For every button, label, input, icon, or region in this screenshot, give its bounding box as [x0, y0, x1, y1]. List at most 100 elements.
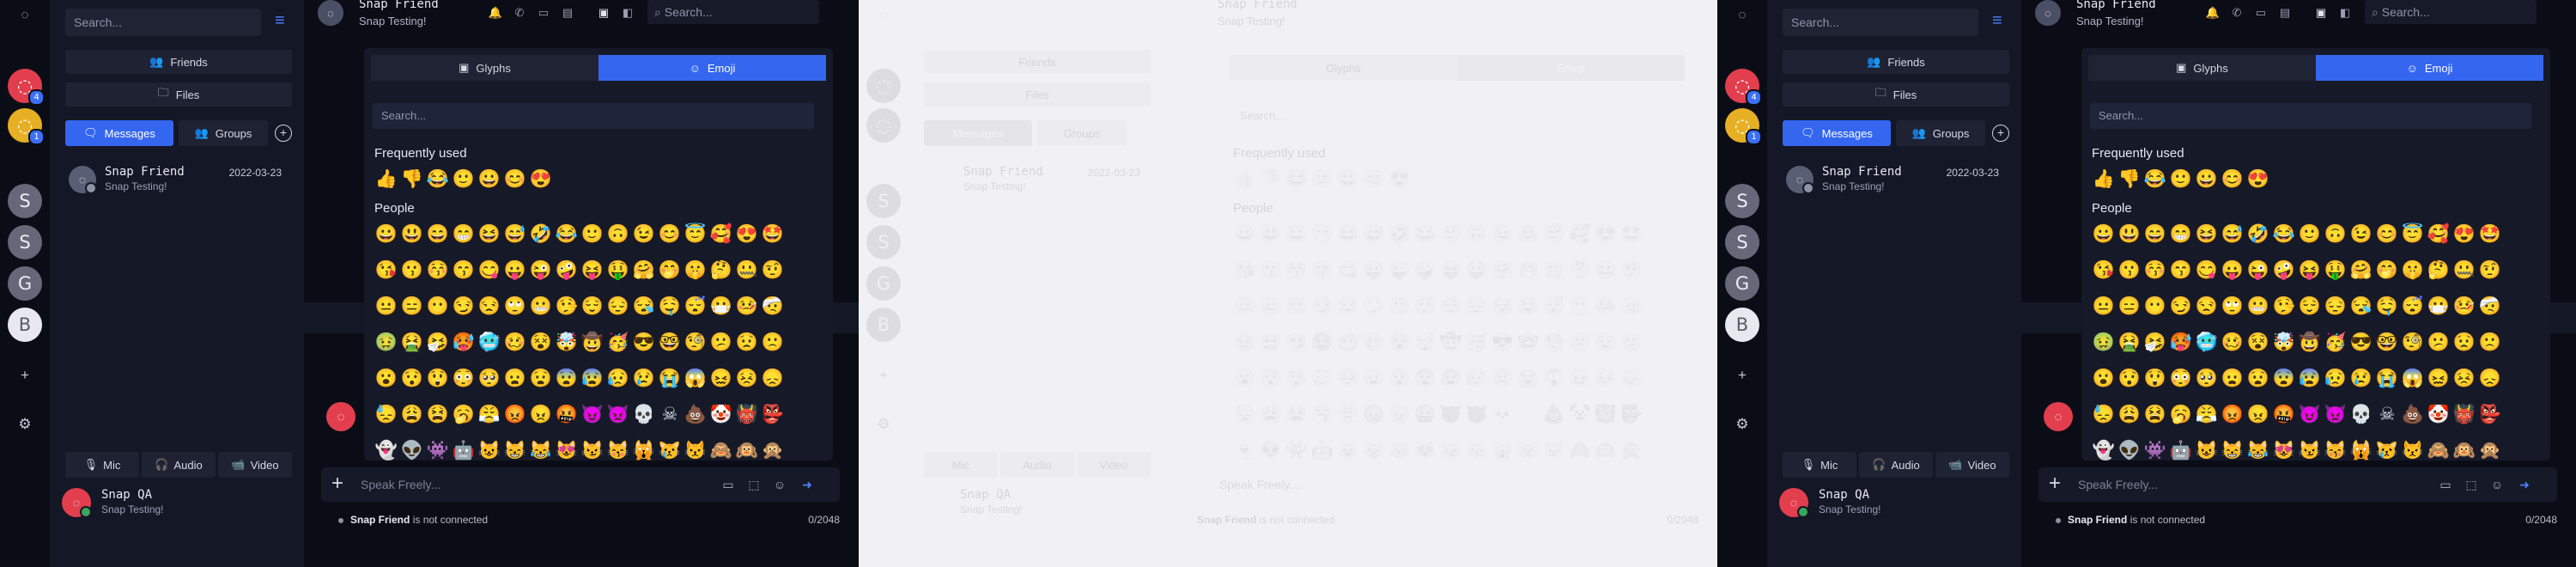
- files-button[interactable]: 🗀 Files: [65, 82, 292, 107]
- emoji-button[interactable]: 🙁: [2478, 328, 2502, 357]
- gif-icon[interactable]: ▭: [2437, 477, 2454, 492]
- add-server-icon[interactable]: +: [15, 365, 35, 386]
- emoji-button[interactable]: 🤤: [2375, 292, 2399, 321]
- emoji-button[interactable]: 😢: [632, 364, 656, 393]
- emoji-button[interactable]: 😡: [2221, 400, 2245, 430]
- emoji-button[interactable]: 😔: [2324, 292, 2348, 321]
- emoji-button[interactable]: 😃: [2117, 220, 2142, 249]
- emoji-button[interactable]: 😍: [2246, 165, 2270, 194]
- emoji-button[interactable]: 😹: [529, 436, 553, 460]
- emoji-button[interactable]: 👎: [2117, 165, 2142, 194]
- emoji-button[interactable]: 😂: [2143, 165, 2167, 194]
- emoji-button[interactable]: 😮: [1233, 364, 1257, 393]
- emoji-button[interactable]: ☠: [2375, 400, 2399, 430]
- emoji-button[interactable]: 😇: [1542, 220, 1566, 249]
- emoji-button[interactable]: 🤑: [1465, 256, 1489, 285]
- emoji-button[interactable]: 😺: [1336, 436, 1360, 460]
- emoji-button[interactable]: 😗: [1259, 256, 1283, 285]
- emoji-button[interactable]: 🤐: [1594, 256, 1618, 285]
- emoji-button[interactable]: 😷: [2427, 292, 2451, 321]
- emoji-button[interactable]: 💩: [683, 400, 708, 430]
- emoji-button[interactable]: 😞: [2478, 364, 2502, 393]
- emoji-button[interactable]: 😩: [1259, 400, 1283, 430]
- emoji-button[interactable]: 😪: [632, 292, 656, 321]
- emoji-button[interactable]: 😎: [2349, 328, 2373, 357]
- emoji-button[interactable]: ☠: [1516, 400, 1540, 430]
- emoji-button[interactable]: 🥵: [2169, 328, 2193, 357]
- emoji-button[interactable]: 🤓: [658, 328, 682, 357]
- audio-button[interactable]: 🎧 Audio: [1859, 452, 1933, 478]
- emoji-button[interactable]: 😹: [1388, 436, 1412, 460]
- emoji-button[interactable]: 🤣: [2246, 220, 2270, 249]
- emoji-button[interactable]: 😠: [529, 400, 553, 430]
- emoji-button[interactable]: 🥳: [1465, 328, 1489, 357]
- friends-button[interactable]: 👥 Friends: [1783, 50, 2009, 74]
- new-chat-plus-icon[interactable]: +: [1992, 125, 2009, 142]
- emoji-icon[interactable]: ☺: [771, 477, 788, 492]
- emoji-button[interactable]: 🤑: [606, 256, 630, 285]
- menu-icon[interactable]: ≡: [275, 12, 292, 30]
- emoji-button[interactable]: 👹: [1594, 400, 1618, 430]
- emoji-button[interactable]: 😼: [2298, 436, 2322, 460]
- settings-gear-icon[interactable]: ⚙: [15, 414, 35, 435]
- emoji-button[interactable]: 👎: [1259, 165, 1283, 194]
- settings-gear-icon[interactable]: ⚙: [1732, 414, 1753, 435]
- emoji-button[interactable]: 😜: [2246, 256, 2270, 285]
- emoji-button[interactable]: 😁: [452, 220, 476, 249]
- rail-avatar[interactable]: G: [1725, 266, 1759, 301]
- emoji-button[interactable]: 🙂: [2169, 165, 2193, 194]
- sidebar-search-input[interactable]: Search...: [65, 9, 261, 36]
- rail-avatar[interactable]: S: [8, 184, 42, 218]
- header-search-input[interactable]: ⌕ Search...: [2365, 0, 2537, 24]
- emoji-button[interactable]: 😇: [683, 220, 708, 249]
- audio-button[interactable]: 🎧 Audio: [142, 452, 216, 478]
- emoji-button[interactable]: 😻: [1413, 436, 1437, 460]
- emoji-button[interactable]: 😄: [1285, 220, 1309, 249]
- emoji-button[interactable]: 🙂: [1439, 220, 1463, 249]
- emoji-button[interactable]: 😀: [1336, 165, 1360, 194]
- emoji-button[interactable]: 😖: [2427, 364, 2451, 393]
- emoji-button[interactable]: 🤮: [1259, 328, 1283, 357]
- rail-avatar[interactable]: ◌ 1: [8, 108, 45, 145]
- emoji-button[interactable]: 😮: [2092, 364, 2116, 393]
- emoji-button[interactable]: 😰: [2298, 364, 2322, 393]
- emoji-button[interactable]: 😖: [1568, 364, 1592, 393]
- message-input[interactable]: Speak Freely...: [2078, 478, 2158, 491]
- emoji-button[interactable]: 😂: [1413, 220, 1437, 249]
- emoji-button[interactable]: 😲: [2143, 364, 2167, 393]
- emoji-button[interactable]: 😆: [477, 220, 501, 249]
- emoji-button[interactable]: 🤣: [529, 220, 553, 249]
- emoji-button[interactable]: 🤖: [2169, 436, 2193, 460]
- rail-avatar[interactable]: S: [1725, 225, 1759, 259]
- current-user[interactable]: ◌ Snap QA Snap Testing!: [1779, 485, 2011, 522]
- emoji-button[interactable]: 🥱: [452, 400, 476, 430]
- emoji-button[interactable]: 😈: [1439, 400, 1463, 430]
- emoji-button[interactable]: 😡: [1362, 400, 1386, 430]
- emoji-button[interactable]: 🤩: [1619, 220, 1643, 249]
- current-user[interactable]: ◌ Snap QA Snap Testing!: [62, 485, 294, 522]
- emoji-button[interactable]: 😎: [632, 328, 656, 357]
- emoji-button[interactable]: 🤔: [709, 256, 733, 285]
- emoji-button[interactable]: 😲: [1285, 364, 1309, 393]
- emoji-button[interactable]: 😽: [2324, 436, 2348, 460]
- emoji-button[interactable]: 👎: [400, 165, 424, 194]
- emoji-button[interactable]: 😑: [400, 292, 424, 321]
- emoji-button[interactable]: 🤕: [761, 292, 785, 321]
- emoji-button[interactable]: 😄: [426, 220, 450, 249]
- emoji-button[interactable]: 😴: [1542, 292, 1566, 321]
- sidebar-toggle-icon[interactable]: ◧: [2337, 5, 2353, 21]
- emoji-button[interactable]: 😋: [2195, 256, 2219, 285]
- emoji-button[interactable]: 🥶: [2195, 328, 2219, 357]
- emoji-button[interactable]: 🤯: [555, 328, 579, 357]
- emoji-button[interactable]: 😯: [400, 364, 424, 393]
- emoji-button[interactable]: 🤧: [1285, 328, 1309, 357]
- emoji-button[interactable]: 😛: [1362, 256, 1386, 285]
- header-search-input[interactable]: ⌕ Search...: [647, 0, 819, 24]
- emoji-button[interactable]: 👾: [2143, 436, 2167, 460]
- emoji-button[interactable]: 🙊: [761, 436, 785, 460]
- emoji-button[interactable]: 😽: [1465, 436, 1489, 460]
- emoji-button[interactable]: 😔: [1465, 292, 1489, 321]
- emoji-button[interactable]: 💩: [1542, 400, 1566, 430]
- emoji-button[interactable]: 😛: [2221, 256, 2245, 285]
- emoji-button[interactable]: 🤬: [555, 400, 579, 430]
